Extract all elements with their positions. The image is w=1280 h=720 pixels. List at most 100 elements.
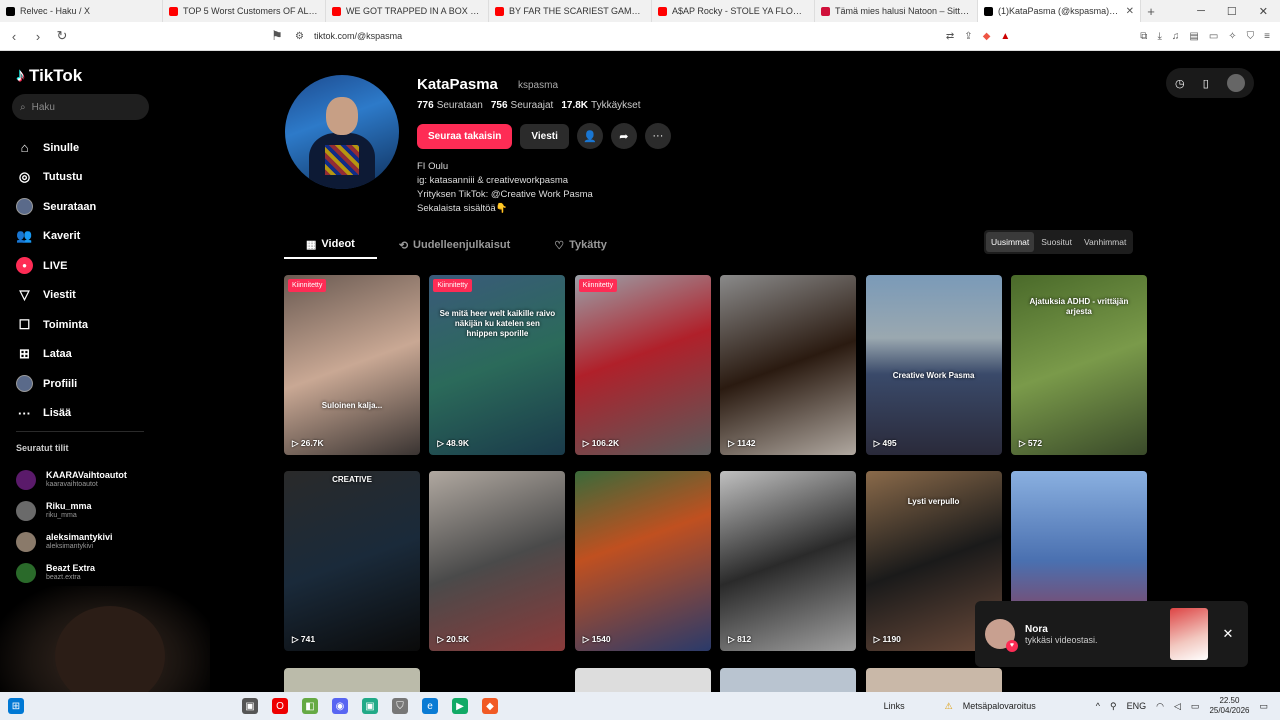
bookmark-icon[interactable]: ⚑	[267, 28, 287, 44]
sidebar-item-kaverit[interactable]: 👥 Kaverit	[16, 222, 146, 252]
followed-account[interactable]: Riku_mma riku_mma	[16, 495, 156, 526]
reload-icon[interactable]: ↻	[52, 28, 72, 44]
video-card-partial[interactable]	[865, 668, 1002, 692]
browser-tab[interactable]: WE GOT TRAPPED IN A BOX FOR 24	[326, 0, 489, 22]
close-tab-icon[interactable]: ✕	[1126, 6, 1134, 17]
sidebar-item-live[interactable]: ● LIVE	[16, 251, 146, 281]
video-card[interactable]: ▷ 1142	[720, 275, 857, 455]
opera-icon[interactable]: O	[272, 698, 288, 714]
brave-shield-icon[interactable]: ◆	[983, 31, 991, 42]
notification-thumbnail[interactable]	[1170, 608, 1208, 660]
tray-chevron-icon[interactable]: ^	[1096, 701, 1100, 711]
followed-account[interactable]: Beazt Extra beazt.extra	[16, 557, 156, 588]
download-icon[interactable]: ⤓	[1157, 31, 1161, 42]
share-icon[interactable]: ⇪	[964, 31, 972, 42]
browser-tab[interactable]: A$AP Rocky - STOLE YA FLOW (Visua	[652, 0, 815, 22]
forward-icon[interactable]: ›	[28, 29, 48, 44]
tab-videot[interactable]: ▦ Videot	[284, 231, 377, 259]
volume-icon[interactable]: ◁	[1174, 701, 1181, 712]
browser-tab[interactable]: BY FAR THE SCARIEST GAME OF THE	[489, 0, 652, 22]
widgets-icon[interactable]: ◧	[302, 698, 318, 714]
sidebar-toggle-icon[interactable]: ▤	[1189, 31, 1198, 42]
clock[interactable]: 22.50 25/04/2026	[1209, 696, 1249, 716]
add-friend-icon[interactable]: 👤	[576, 123, 603, 149]
browser-tab[interactable]: (1)KataPasma (@kspasma) | Tik ✕	[978, 0, 1141, 22]
user-avatar-icon[interactable]	[1226, 74, 1245, 92]
screenshot-icon[interactable]: ⧉	[1140, 31, 1147, 42]
video-card[interactable]: ▷ 1540	[574, 471, 711, 651]
url-field[interactable]: tiktok.com/@kspasma	[314, 31, 402, 41]
followers-stat[interactable]: 756 Seuraajat	[491, 100, 554, 111]
translate-icon[interactable]: ⇄	[946, 31, 954, 42]
ai-icon[interactable]: ✧	[1228, 31, 1236, 42]
close-window-icon[interactable]: ✕	[1259, 5, 1268, 18]
close-icon[interactable]: ✕	[1218, 626, 1238, 642]
sidebar-item-lataa[interactable]: ⊞ Lataa	[16, 340, 146, 370]
music-icon[interactable]: ♫	[1172, 31, 1180, 42]
video-card[interactable]: Kiinnitetty Se mitä heer welt kaikille ra…	[429, 275, 566, 455]
sidebar-item-toiminta[interactable]: ☐ Toiminta	[16, 310, 146, 340]
share-profile-icon[interactable]: ➦	[610, 123, 637, 149]
sort-suositut[interactable]: Suositut	[1036, 232, 1077, 252]
video-card[interactable]: Ajatuksia ADHD - vrittäjän arjesta ▷ 572	[1010, 275, 1147, 455]
tab-tykätty[interactable]: ♡ Tykätty	[532, 231, 629, 259]
followed-account[interactable]: KAARAVaihtoautot kaaravaihtoautot	[16, 464, 156, 495]
video-card[interactable]: ▷ 20.5K	[429, 471, 566, 651]
video-card-partial[interactable]	[284, 668, 420, 692]
sidebar-item-tutustu[interactable]: ◎ Tutustu	[16, 163, 146, 193]
sort-uusimmat[interactable]: Uusimmat	[986, 232, 1035, 252]
search-box[interactable]: ⌕ Haku	[12, 94, 149, 120]
media-icon[interactable]: ▶	[452, 698, 468, 714]
video-card-partial[interactable]	[720, 668, 857, 692]
brave-icon[interactable]: ◆	[482, 698, 498, 714]
site-settings-icon[interactable]: ⚙	[295, 31, 304, 42]
links-label[interactable]: Links	[884, 701, 905, 711]
battery-icon[interactable]: ▭	[1191, 701, 1200, 712]
vpn-icon[interactable]: ⛉	[1247, 31, 1255, 42]
like-notification[interactable]: ♥ Nora tykkäsi videostasi. ✕	[975, 601, 1248, 667]
video-card[interactable]: CREATIVE ▷ 741	[284, 471, 420, 651]
discord-icon[interactable]: ◉	[332, 698, 348, 714]
browser-tab[interactable]: Relvec - Haku / X	[0, 0, 163, 22]
sidebar-item-profiili[interactable]: Profiili	[16, 369, 146, 399]
video-card[interactable]: Kiinnitetty Suloinen kalja... ▷ 26.7K	[284, 275, 420, 455]
device-icon[interactable]: ▯	[1203, 77, 1209, 90]
browser-tab[interactable]: Tämä mies halusi Natoon – Sitten tuli	[815, 0, 978, 22]
video-card[interactable]: ▷ 812	[720, 471, 857, 651]
browser-tab[interactable]: TOP 5 Worst Customers OF ALL TIME	[163, 0, 326, 22]
sidebar-item-viestit[interactable]: ▽ Viestit	[16, 281, 146, 311]
tab-uudelleenjulkaisut[interactable]: ⟲ Uudelleenjulkaisut	[377, 231, 532, 259]
rewards-icon[interactable]: ▲	[1000, 31, 1010, 42]
followed-account[interactable]: aleksimantykivi aleksimantykivi	[16, 526, 156, 557]
task-view-icon[interactable]: ▣	[242, 698, 258, 714]
sidebar-item-sinulle[interactable]: ⌂ Sinulle	[16, 133, 146, 163]
sidebar-item-seurataan[interactable]: Seurataan	[16, 192, 146, 222]
message-button[interactable]: Viesti	[520, 123, 569, 149]
wallet-icon[interactable]: ▭	[1209, 31, 1218, 42]
weather-text[interactable]: Metsäpalovaroitus	[963, 701, 1036, 711]
follow-back-button[interactable]: Seuraa takaisin	[417, 123, 513, 149]
menu-icon[interactable]: ≡	[1264, 31, 1270, 42]
new-tab-button[interactable]: +	[1141, 4, 1161, 19]
video-card-partial[interactable]	[574, 668, 711, 692]
sort-vanhimmat[interactable]: Vanhimmat	[1079, 232, 1131, 252]
network-icon[interactable]: ⚲	[1110, 701, 1117, 712]
video-card[interactable]: Kiinnitetty ▷ 106.2K	[574, 275, 711, 455]
video-card-partial[interactable]	[429, 668, 566, 692]
sidebar-item-lisää[interactable]: ··· Lisää	[16, 399, 146, 429]
minimize-icon[interactable]: ─	[1197, 5, 1205, 18]
start-icon[interactable]: ⊞	[8, 698, 24, 714]
notifications-icon[interactable]: ▭	[1259, 701, 1268, 712]
edge-icon[interactable]: e	[422, 698, 438, 714]
wifi-icon[interactable]: ◠	[1156, 701, 1164, 712]
app-icon[interactable]: ▣	[362, 698, 378, 714]
back-icon[interactable]: ‹	[4, 29, 24, 44]
maximize-icon[interactable]: ☐	[1227, 5, 1237, 18]
video-card[interactable]: Creative Work Pasma ▷ 495	[865, 275, 1002, 455]
profile-avatar[interactable]	[285, 75, 399, 189]
more-options-icon[interactable]: ···	[644, 123, 671, 149]
following-stat[interactable]: 776 Seurataan	[417, 100, 483, 111]
tiktok-logo[interactable]: ♪ TikTok	[16, 65, 82, 86]
shield-icon[interactable]: ⛉	[392, 698, 408, 714]
lang-indicator[interactable]: ENG	[1127, 701, 1147, 711]
